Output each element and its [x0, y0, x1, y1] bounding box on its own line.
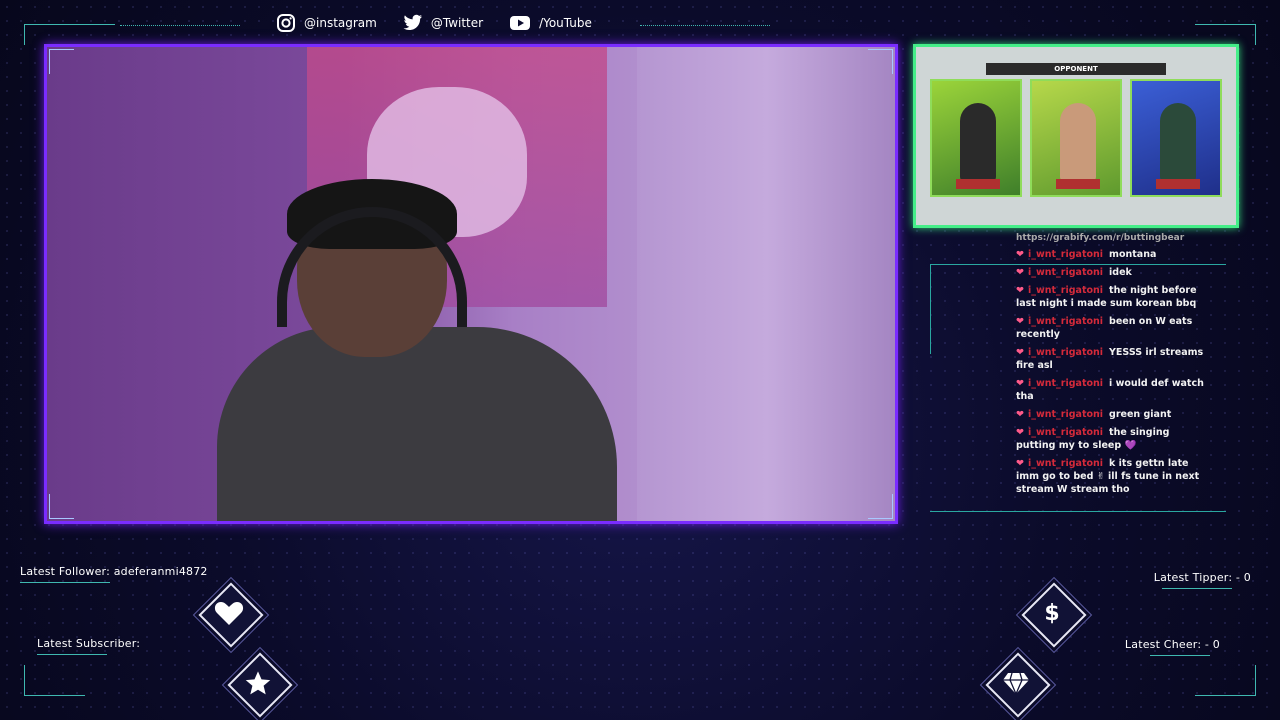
webcam-corner-tr [868, 49, 893, 74]
chat-username[interactable]: i_wnt_rigatoni [1028, 409, 1103, 420]
heart-icon: ❤ [1016, 267, 1024, 278]
game-opponent-banner: OPPONENT [986, 63, 1166, 75]
latest-subscriber-underline [37, 654, 107, 655]
frame-bottom-left [24, 665, 85, 696]
social-youtube-label: /YouTube [539, 16, 592, 30]
streamer-hoodie [217, 327, 617, 521]
heart-icon: ❤ [1016, 427, 1024, 438]
frame-top-rule-left [120, 25, 240, 26]
chat-message: ❤ i_wnt_rigatoni i would def watch tha [1016, 377, 1206, 403]
chat-panel: https://grabify.com/r/buttingbear ❤ i_wnt… [930, 228, 1226, 512]
latest-cheer-underline [1150, 655, 1210, 656]
chat-username[interactable]: i_wnt_rigatoni [1028, 267, 1103, 278]
instagram-icon [276, 13, 296, 33]
frame-top-rule-right [640, 25, 770, 26]
twitter-icon [403, 14, 423, 32]
heart-icon: ❤ [1016, 249, 1024, 260]
chat-message: ❤ i_wnt_rigatoni the night before last nig… [1016, 284, 1206, 310]
player-card-3 [1130, 79, 1222, 197]
social-instagram[interactable]: @instagram [276, 13, 377, 33]
streamer [217, 179, 617, 521]
webcam-feed [44, 44, 898, 524]
chat-message: ❤ i_wnt_rigatoni been on W eats recently [1016, 315, 1206, 341]
chat-text: montana [1109, 249, 1157, 260]
player-tag-3 [1156, 179, 1200, 189]
chat-border-left [930, 264, 931, 354]
player-card-2 [1030, 79, 1122, 197]
heart-icon: ❤ [1016, 378, 1024, 389]
chat-messages: https://grabify.com/r/buttingbear ❤ i_wnt… [1016, 232, 1206, 501]
chat-url-line: https://grabify.com/r/buttingbear [1016, 233, 1185, 243]
player-figure-1 [960, 103, 996, 181]
webcam-corner-bl [49, 494, 74, 519]
latest-follower-underline [20, 582, 110, 583]
chat-username[interactable]: i_wnt_rigatoni [1028, 316, 1103, 327]
player-figure-3 [1160, 103, 1196, 181]
gem-icon [986, 653, 1046, 713]
heart-icon: ❤ [1016, 409, 1024, 420]
webcam-corner-tl [49, 49, 74, 74]
chat-message: ❤ i_wnt_rigatoni YESSS irl streams fire as… [1016, 346, 1206, 372]
player-tag-1 [956, 179, 1000, 189]
latest-tipper-label: Latest Tipper: - 0 [1153, 571, 1251, 584]
social-twitter-label: @Twitter [430, 16, 484, 30]
chat-username[interactable]: i_wnt_rigatoni [1028, 249, 1103, 260]
chat-username[interactable]: i_wnt_rigatoni [1028, 285, 1103, 296]
heart-icon: ❤ [1016, 347, 1024, 358]
chat-username[interactable]: i_wnt_rigatoni [1028, 378, 1103, 389]
heart-icon: ❤ [1016, 458, 1024, 469]
social-bar: @instagram @Twitter /YouTube [276, 12, 592, 34]
webcam-door [637, 47, 895, 521]
chat-username[interactable]: i_wnt_rigatoni [1028, 458, 1103, 469]
heart-icon [199, 583, 259, 643]
chat-text: green giant [1109, 409, 1172, 420]
star-icon [228, 653, 288, 713]
chat-border-bottom [930, 511, 1226, 512]
chat-message: ❤ i_wnt_rigatoni green giant [1016, 408, 1206, 421]
social-youtube[interactable]: /YouTube [509, 15, 592, 31]
heart-icon: ❤ [1016, 285, 1024, 296]
chat-username[interactable]: i_wnt_rigatoni [1028, 427, 1103, 438]
player-tag-2 [1056, 179, 1100, 189]
social-twitter[interactable]: @Twitter [403, 14, 483, 32]
chat-text: idek [1109, 267, 1132, 278]
heart-icon: ❤ [1016, 316, 1024, 327]
game-capture: OPPONENT [913, 44, 1239, 228]
webcam-corner-br [868, 494, 893, 519]
frame-top-right [1195, 24, 1256, 45]
player-figure-2 [1060, 103, 1096, 181]
latest-cheer-label: Latest Cheer: - 0 [1124, 638, 1220, 651]
player-card-1 [930, 79, 1022, 197]
chat-message: ❤ i_wnt_rigatoni the singing putting my to… [1016, 426, 1206, 452]
latest-tipper-underline [1162, 588, 1232, 589]
latest-subscriber-label: Latest Subscriber: [37, 637, 141, 650]
chat-message: ❤ i_wnt_rigatoni k its gettn late imm go t… [1016, 457, 1206, 496]
dollar-icon: $ [1044, 600, 1060, 626]
social-instagram-label: @instagram [304, 16, 377, 30]
chat-message: ❤ i_wnt_rigatoni idek [1016, 266, 1206, 279]
latest-follower-label: Latest Follower: adeferanmi4872 [20, 565, 208, 578]
chat-message: ❤ i_wnt_rigatoni montana [1016, 248, 1206, 261]
frame-top-left [24, 24, 115, 45]
chat-username[interactable]: i_wnt_rigatoni [1028, 347, 1103, 358]
youtube-icon [509, 15, 531, 31]
frame-bottom-right [1195, 665, 1256, 696]
